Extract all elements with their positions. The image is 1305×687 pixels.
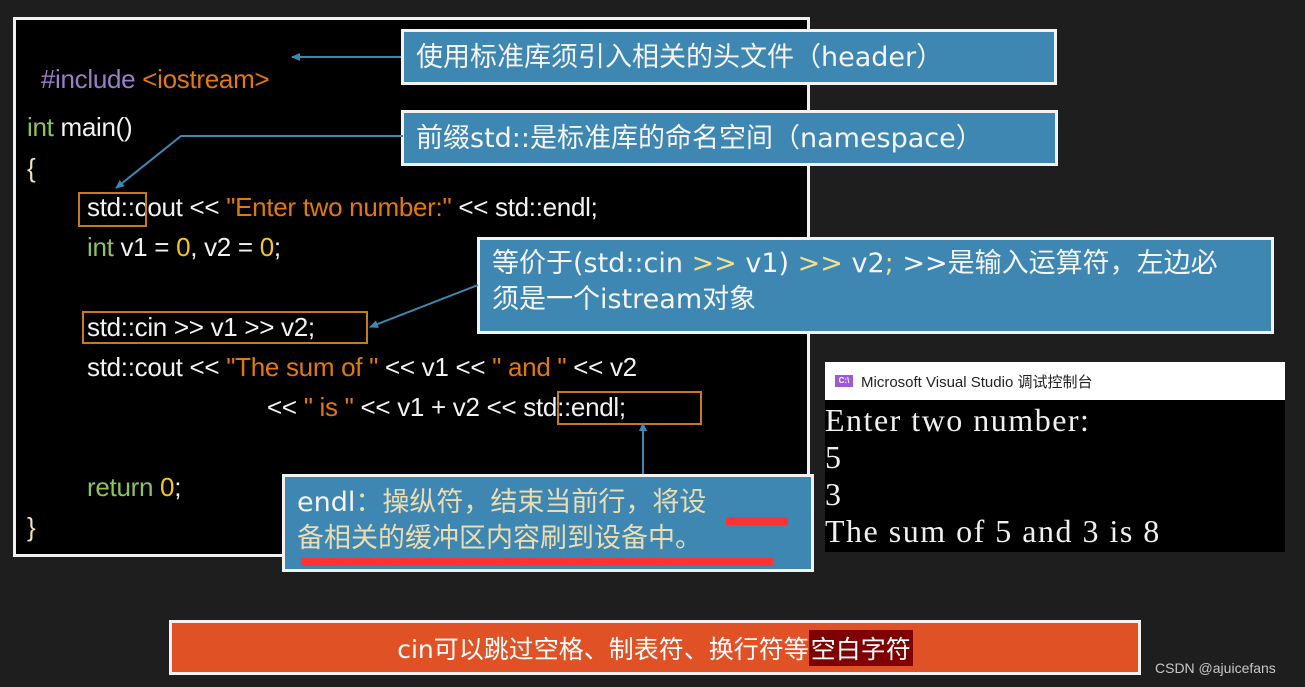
include-header: <iostream> xyxy=(142,64,270,94)
code-open-brace: { xyxy=(27,153,36,183)
main-signature: main() xyxy=(53,112,133,142)
endl-highlight xyxy=(557,391,702,425)
sum1-c: << v2 xyxy=(566,352,637,382)
return-zero: 0 xyxy=(160,472,175,502)
std-prefix-highlight xyxy=(78,192,147,227)
code-line-return: return 0; xyxy=(87,471,181,503)
cin-op2: >> xyxy=(797,248,843,279)
decl-type: int xyxy=(87,232,114,262)
sum1-string1: "The sum of " xyxy=(226,352,379,382)
callout-cin-line1: 等价于(std::cin >> v1) >> v2; >>是输入运算符，左边必 xyxy=(492,246,1259,282)
red-underline-2 xyxy=(301,558,773,566)
banner-text: cin可以跳过空格、制表符、换行符等 xyxy=(397,634,809,664)
code-close-brace: } xyxy=(27,512,36,542)
main-return-type: int xyxy=(27,112,54,142)
cin-line-highlight xyxy=(82,311,368,344)
banner-highlight: 空白字符 xyxy=(808,629,913,666)
cout-tail: << std::endl; xyxy=(451,192,598,222)
cin-text-c: v2 xyxy=(842,248,885,279)
callout-endl-line2: 备相关的缓冲区内容刷到设备中。 xyxy=(297,523,702,554)
cin-text-a: 等价于(std::cin xyxy=(492,248,692,279)
endl-line1-text: ：操纵符，结束当前行，将设 xyxy=(355,487,707,518)
sum1-b: << v1 << xyxy=(378,352,493,382)
sum2-string: " is " xyxy=(303,392,354,422)
callout-cin-line2: 须是一个istream对象 xyxy=(492,284,757,315)
sum1-a: std::cout << xyxy=(87,352,227,382)
console-output-line: 3 xyxy=(825,476,843,512)
cin-text-b: v1) xyxy=(736,248,798,279)
whitespace-note-banner: cin可以跳过空格、制表符、换行符等 空白字符 xyxy=(169,620,1141,675)
callout-header: 使用标准库须引入相关的头文件（header） xyxy=(401,29,1057,85)
callout-cin: 等价于(std::cin >> v1) >> v2; >>是输入运算符，左边必 … xyxy=(477,237,1274,334)
cin-text-d: >>是输入运算符，左边必 xyxy=(893,248,1218,279)
cout-rest: cout << xyxy=(134,192,227,222)
console-app-icon: C:\ xyxy=(835,375,853,387)
console-titlebar: C:\ Microsoft Visual Studio 调试控制台 xyxy=(825,362,1285,400)
red-underline-1 xyxy=(726,517,788,525)
decl-v2: , v2 = xyxy=(190,232,260,262)
cin-semi: ; xyxy=(884,248,894,279)
include-directive: #include xyxy=(40,64,136,94)
decl-v1: v1 = xyxy=(113,232,177,262)
decl-semi: ; xyxy=(273,232,281,262)
return-semi: ; xyxy=(174,472,182,502)
debug-console-window: C:\ Microsoft Visual Studio 调试控制台 Enter … xyxy=(825,362,1285,552)
endl-label: endl xyxy=(297,487,356,518)
console-output-line: 5 xyxy=(825,439,843,475)
code-line-decl: int v1 = 0, v2 = 0; xyxy=(87,231,281,263)
decl-zero2: 0 xyxy=(259,232,274,262)
console-output-line: Enter two number: xyxy=(825,402,1091,438)
code-line-main: int main() xyxy=(27,111,133,143)
code-line-cout: std::cout << "Enter two number:" << std:… xyxy=(87,191,598,223)
code-line-include: #include <iostream> xyxy=(27,31,270,95)
sum2-b: << v1 + v2 << xyxy=(353,392,524,422)
decl-zero1: 0 xyxy=(176,232,191,262)
watermark: CSDN @ajuicefans xyxy=(1155,660,1276,676)
callout-endl-line1: endl：操纵符，结束当前行，将设 xyxy=(297,485,799,521)
console-title: Microsoft Visual Studio 调试控制台 xyxy=(861,373,1093,391)
cin-op1: >> xyxy=(691,248,737,279)
sum1-string2: " and " xyxy=(492,352,567,382)
cout-string: "Enter two number:" xyxy=(226,192,452,222)
callout-namespace: 前缀std::是标准库的命名空间（namespace） xyxy=(401,110,1058,166)
return-keyword: return xyxy=(87,472,161,502)
code-line-sum1: std::cout << "The sum of " << v1 << " an… xyxy=(87,351,637,383)
sum2-a: << xyxy=(267,392,304,422)
console-output-line: The sum of 5 and 3 is 8 xyxy=(825,513,1161,549)
